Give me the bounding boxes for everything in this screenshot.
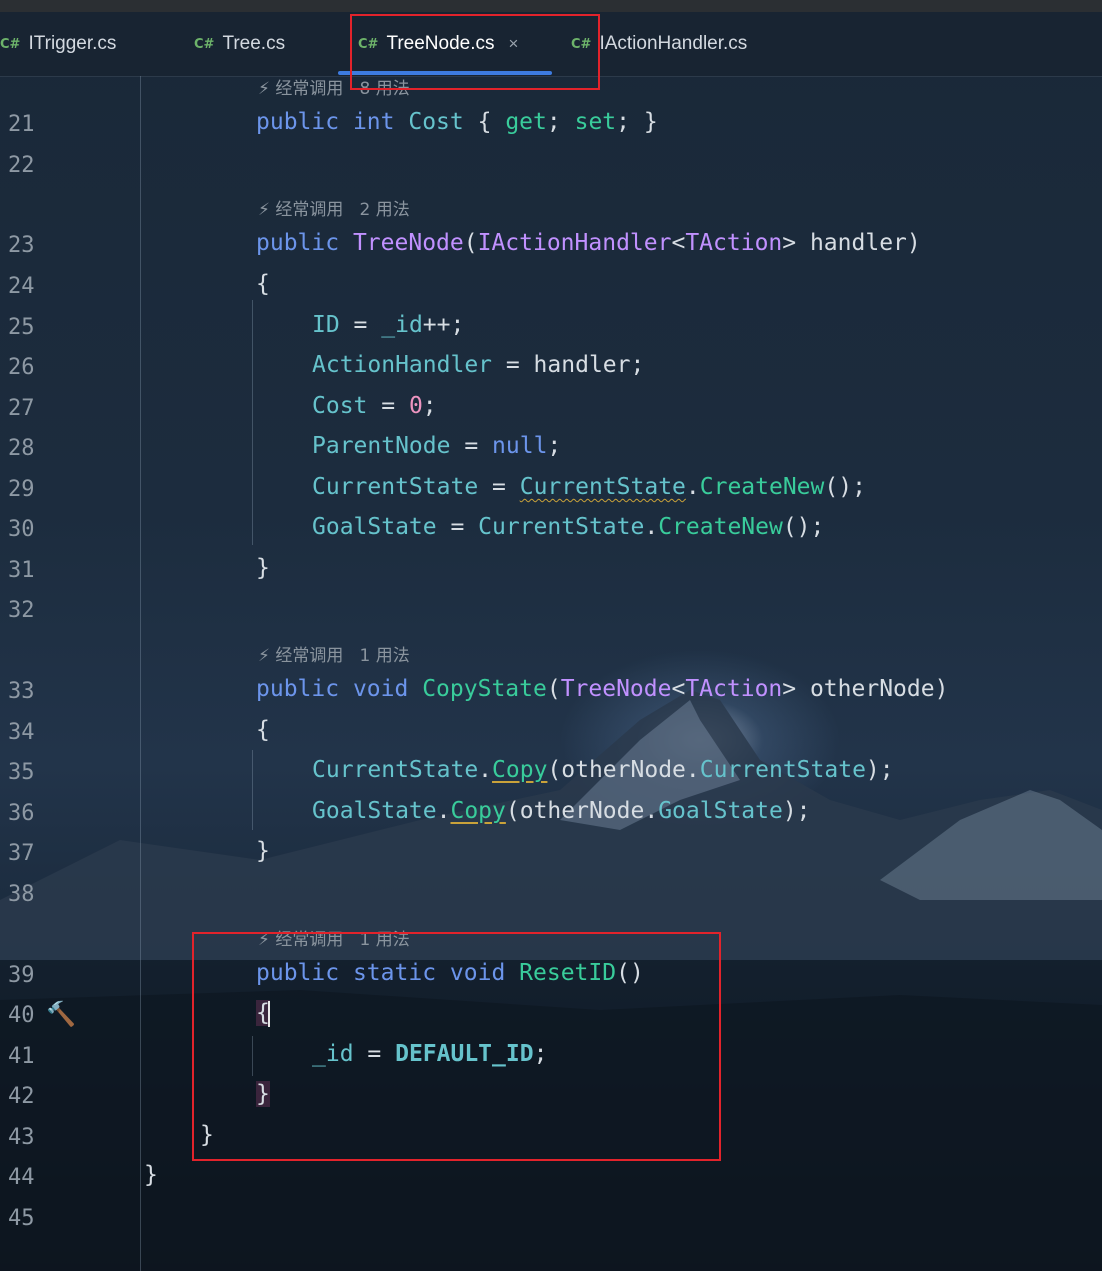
line-number: 21 xyxy=(8,112,35,137)
code-line-27[interactable]: Cost = 0; xyxy=(312,393,437,419)
line-number: 43 xyxy=(8,1125,35,1150)
line-number: 26 xyxy=(8,355,35,380)
line-number: 41 xyxy=(8,1044,35,1069)
code-line-28[interactable]: ParentNode = null; xyxy=(312,433,561,459)
code-lens-hint[interactable]: ⚡ 经常调用 2 用法 xyxy=(258,195,410,220)
indent-guide xyxy=(252,750,253,830)
line-number: 24 xyxy=(8,274,35,299)
fire-icon: ⚡ xyxy=(258,79,270,99)
code-line-29[interactable]: CurrentState = CurrentState.CreateNew(); xyxy=(312,474,866,500)
line-number: 23 xyxy=(8,233,35,258)
line-number: 25 xyxy=(8,315,35,340)
indent-guide xyxy=(252,300,253,545)
code-line-37[interactable]: } xyxy=(256,838,270,864)
csharp-file-icon: C# xyxy=(0,36,21,52)
tab-tree[interactable]: C# Tree.cs xyxy=(194,12,285,76)
line-number: 29 xyxy=(8,477,35,502)
tab-label: IActionHandler.cs xyxy=(599,33,748,54)
code-line-36[interactable]: GoalState.Copy(otherNode.GoalState); xyxy=(312,798,811,824)
annotation-box-resetid xyxy=(192,932,721,1161)
fire-icon: ⚡ xyxy=(258,200,270,220)
code-line-34[interactable]: { xyxy=(256,717,270,743)
code-line-35[interactable]: CurrentState.Copy(otherNode.CurrentState… xyxy=(312,757,894,783)
code-line-31[interactable]: } xyxy=(256,555,270,581)
code-lens-hint[interactable]: ⚡ 经常调用 1 用法 xyxy=(258,641,410,666)
annotation-box-tab xyxy=(350,14,600,90)
line-number: 33 xyxy=(8,679,35,704)
line-number: 45 xyxy=(8,1206,35,1231)
title-strip xyxy=(0,0,1102,12)
line-number: 22 xyxy=(8,153,35,178)
line-number: 31 xyxy=(8,558,35,583)
line-number: 42 xyxy=(8,1084,35,1109)
code-line-25[interactable]: ID = _id++; xyxy=(312,312,464,338)
line-number: 39 xyxy=(8,963,35,988)
tab-label: Tree.cs xyxy=(222,33,286,54)
code-line-30[interactable]: GoalState = CurrentState.CreateNew(); xyxy=(312,514,824,540)
line-number: 35 xyxy=(8,760,35,785)
line-number: 34 xyxy=(8,720,35,745)
line-number: 36 xyxy=(8,801,35,826)
line-number: 44 xyxy=(8,1165,35,1190)
tab-itrigger[interactable]: C# ITrigger.cs xyxy=(0,12,116,76)
line-number: 38 xyxy=(8,882,35,907)
code-line-21[interactable]: public int Cost { get; set; } xyxy=(256,109,658,135)
code-line-24[interactable]: { xyxy=(256,271,270,297)
code-line-44[interactable]: } xyxy=(144,1162,158,1188)
code-line-23[interactable]: public TreeNode(IActionHandler<TAction> … xyxy=(256,230,921,256)
code-line-26[interactable]: ActionHandler = handler; xyxy=(312,352,644,378)
hammer-icon[interactable]: 🔨 xyxy=(46,1000,76,1028)
line-number: 30 xyxy=(8,517,35,542)
csharp-file-icon: C# xyxy=(194,36,215,52)
line-number: 32 xyxy=(8,598,35,623)
gutter-separator xyxy=(140,76,141,1271)
line-number: 37 xyxy=(8,841,35,866)
code-line-33[interactable]: public void CopyState(TreeNode<TAction> … xyxy=(256,676,948,702)
line-number: 28 xyxy=(8,436,35,461)
fire-icon: ⚡ xyxy=(258,646,270,666)
line-number: 27 xyxy=(8,396,35,421)
tab-label: ITrigger.cs xyxy=(28,33,117,54)
